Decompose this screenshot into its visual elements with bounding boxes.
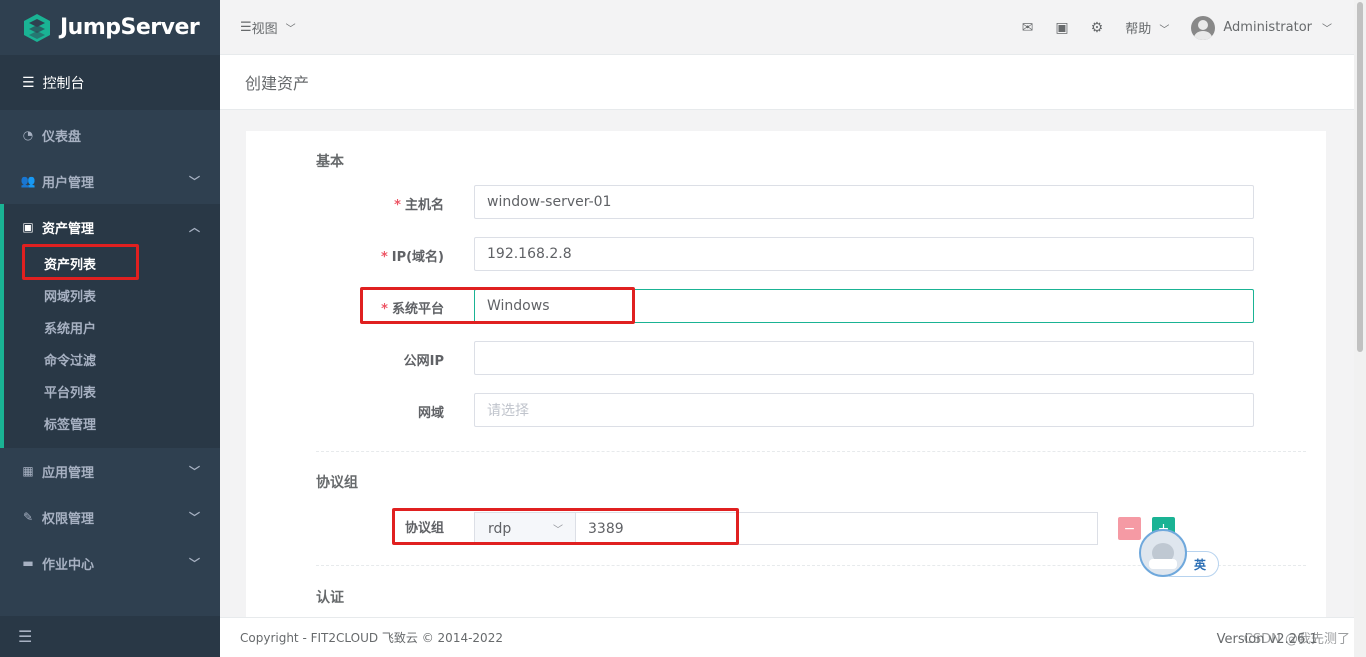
chevron-down-icon: ﹀ [285, 23, 296, 35]
sidebar-item-label: 权限管理 [42, 511, 95, 527]
chevron-up-icon: ︿ [189, 221, 200, 234]
sidebar-item-label: 仪表盘 [42, 129, 82, 145]
edit-icon: ✎ [22, 510, 34, 524]
dashboard-icon: ◔ [22, 128, 34, 142]
help-label: 帮助 [1125, 22, 1152, 37]
chevron-down-icon: ﹀ [189, 175, 200, 188]
hostname-input[interactable]: window-server-01 [474, 185, 1254, 219]
copyright-text: Copyright - FIT2CLOUD 飞致云 © 2014-2022 [240, 631, 503, 645]
domain-label: 网域 [417, 406, 444, 421]
logo[interactable]: JumpServer [0, 0, 220, 55]
mail-icon[interactable]: ✉ [1022, 20, 1034, 36]
public-ip-label: 公网IP [403, 354, 444, 369]
scrollbar-thumb[interactable] [1357, 2, 1363, 352]
sidebar-subitem-command-filters[interactable]: 命令过滤 [4, 346, 220, 378]
divider [316, 451, 1306, 452]
brand-name: JumpServer [60, 15, 200, 40]
ip-label: * IP(域名) [380, 250, 444, 265]
terminal-icon: ▬ [22, 556, 34, 570]
help-menu[interactable]: 帮助 ﹀ [1125, 18, 1169, 37]
sidebar-item-label: 用户管理 [42, 175, 95, 191]
view-menu[interactable]: ☰ 视图 ﹀ [240, 18, 296, 37]
user-name: Administrator [1223, 20, 1312, 35]
remove-protocol-button[interactable]: − [1118, 517, 1141, 540]
sidebar-item-applications[interactable]: ▦ 应用管理 ﹀ [0, 448, 220, 494]
ime-mascot-icon [1139, 529, 1187, 577]
domain-select[interactable]: 请选择 [474, 393, 1254, 427]
public-ip-input[interactable] [474, 341, 1254, 375]
chevron-down-icon: ﹀ [189, 511, 200, 524]
page-title: 创建资产 [245, 74, 310, 93]
console-switch[interactable]: ☰ 控制台 [0, 55, 220, 110]
topbar: ☰ 视图 ﹀ ✉ ▣ ⚙ 帮助 ﹀ Administrator ﹀ [220, 0, 1354, 55]
sidebar-item-label: 作业中心 [42, 557, 95, 573]
annotation-box-platform [360, 287, 635, 324]
required-mark: * [380, 250, 388, 265]
chevron-down-icon: ﹀ [1159, 25, 1170, 36]
user-menu[interactable]: Administrator ﹀ [1191, 15, 1332, 40]
collapse-sidebar-button[interactable]: ☰ [0, 616, 220, 657]
section-title-basic: 基本 [316, 154, 344, 170]
terminal-icon[interactable]: ▣ [1055, 20, 1068, 36]
sliders-icon: ☰ [22, 74, 35, 91]
sidebar-item-dashboard[interactable]: ◔ 仪表盘 [0, 112, 220, 158]
watermark-text: CSDN @我先测了 [1243, 632, 1350, 647]
sidebar-item-label: 资产管理 [42, 221, 95, 237]
inbox-icon: ▣ [22, 220, 34, 234]
gear-icon[interactable]: ⚙ [1091, 20, 1104, 36]
sidebar-subitem-domain-list[interactable]: 网域列表 [4, 282, 220, 314]
sidebar-item-jobs[interactable]: ▬ 作业中心 ﹀ [0, 540, 220, 586]
ip-input[interactable]: 192.168.2.8 [474, 237, 1254, 271]
view-menu-label: 视图 [251, 21, 278, 37]
menu-icon: ☰ [240, 19, 252, 35]
console-label: 控制台 [42, 75, 85, 92]
jumpserver-logo-icon [24, 13, 50, 42]
sidebar-item-label: 应用管理 [42, 465, 95, 481]
page-scrollbar[interactable] [1354, 0, 1366, 657]
hostname-label: * 主机名 [394, 198, 444, 213]
sidebar-item-users[interactable]: 👥 用户管理 ﹀ [0, 158, 220, 204]
section-title-auth: 认证 [316, 590, 344, 606]
version-text: Version v2.26.1 CSDN @我先测了 [1216, 632, 1350, 647]
grid-icon: ▦ [22, 464, 34, 478]
sidebar-subitem-platform-list[interactable]: 平台列表 [4, 378, 220, 410]
sidebar-subitem-labels[interactable]: 标签管理 [4, 410, 220, 442]
avatar [1191, 15, 1216, 40]
users-icon: 👥 [20, 174, 36, 188]
chevron-down-icon: ﹀ [189, 465, 200, 478]
sidebar-subitem-system-users[interactable]: 系统用户 [4, 314, 220, 346]
collapse-menu-icon: ☰ [18, 627, 33, 646]
sidebar: JumpServer ☰ 控制台 ◔ 仪表盘 👥 用户管理 ﹀ ▣ 资产管理 ︿… [0, 0, 220, 657]
required-mark: * [394, 198, 401, 213]
section-title-protocols: 协议组 [316, 475, 358, 491]
chevron-down-icon: ﹀ [1322, 24, 1332, 35]
annotation-box-protocol [392, 508, 739, 545]
footer: Copyright - FIT2CLOUD 飞致云 © 2014-2022 Ve… [220, 617, 1354, 657]
page-header: 创建资产 [220, 55, 1354, 110]
annotation-box-asset-list [22, 244, 139, 280]
chevron-down-icon: ﹀ [189, 557, 200, 570]
sidebar-item-permissions[interactable]: ✎ 权限管理 ﹀ [0, 494, 220, 540]
sidebar-group-assets: ▣ 资产管理 ︿ 资产列表 网域列表 系统用户 命令过滤 平台列表 标签管理 [0, 204, 220, 448]
ime-floating-widget[interactable]: 英 [1139, 529, 1221, 579]
